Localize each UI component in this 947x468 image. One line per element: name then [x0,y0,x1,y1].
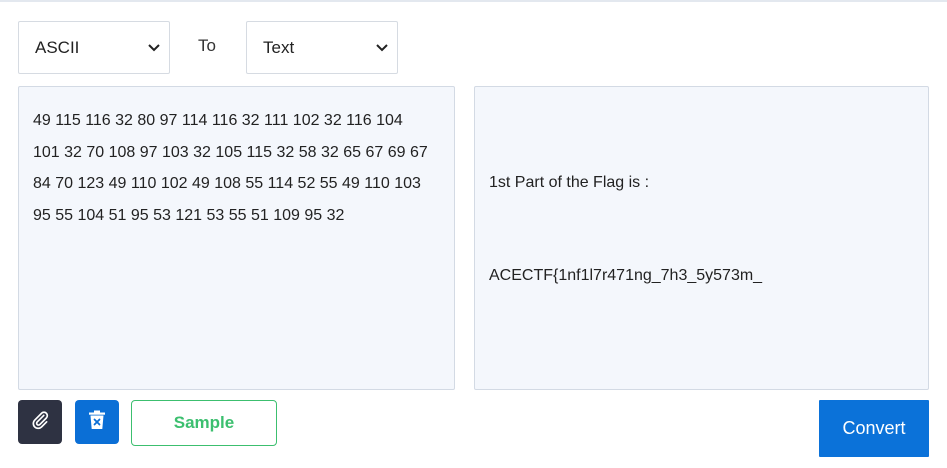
trash-icon [88,410,106,435]
from-format-select[interactable]: ASCII [18,21,170,74]
sample-button[interactable]: Sample [131,400,277,446]
output-line: 1st Part of the Flag is : [489,174,650,191]
attach-file-button[interactable] [18,400,62,444]
to-format-value: Text [263,37,295,57]
to-format-select[interactable]: Text [246,21,398,74]
chevron-down-icon [375,41,389,55]
paperclip-icon [30,410,50,435]
input-textarea[interactable]: 49 115 116 32 80 97 114 116 32 111 102 3… [18,86,455,390]
output-textarea[interactable]: 1st Part of the Flag is : ACECTF{1nf1l7r… [474,86,929,390]
convert-button[interactable]: Convert [819,400,929,457]
from-format-value: ASCII [35,37,80,57]
chevron-down-icon [147,41,161,55]
clear-button[interactable] [75,400,119,444]
output-line: ACECTF{1nf1l7r471ng_7h3_5y573m_ [489,267,763,284]
to-label: To [198,36,216,55]
top-divider [0,0,947,2]
